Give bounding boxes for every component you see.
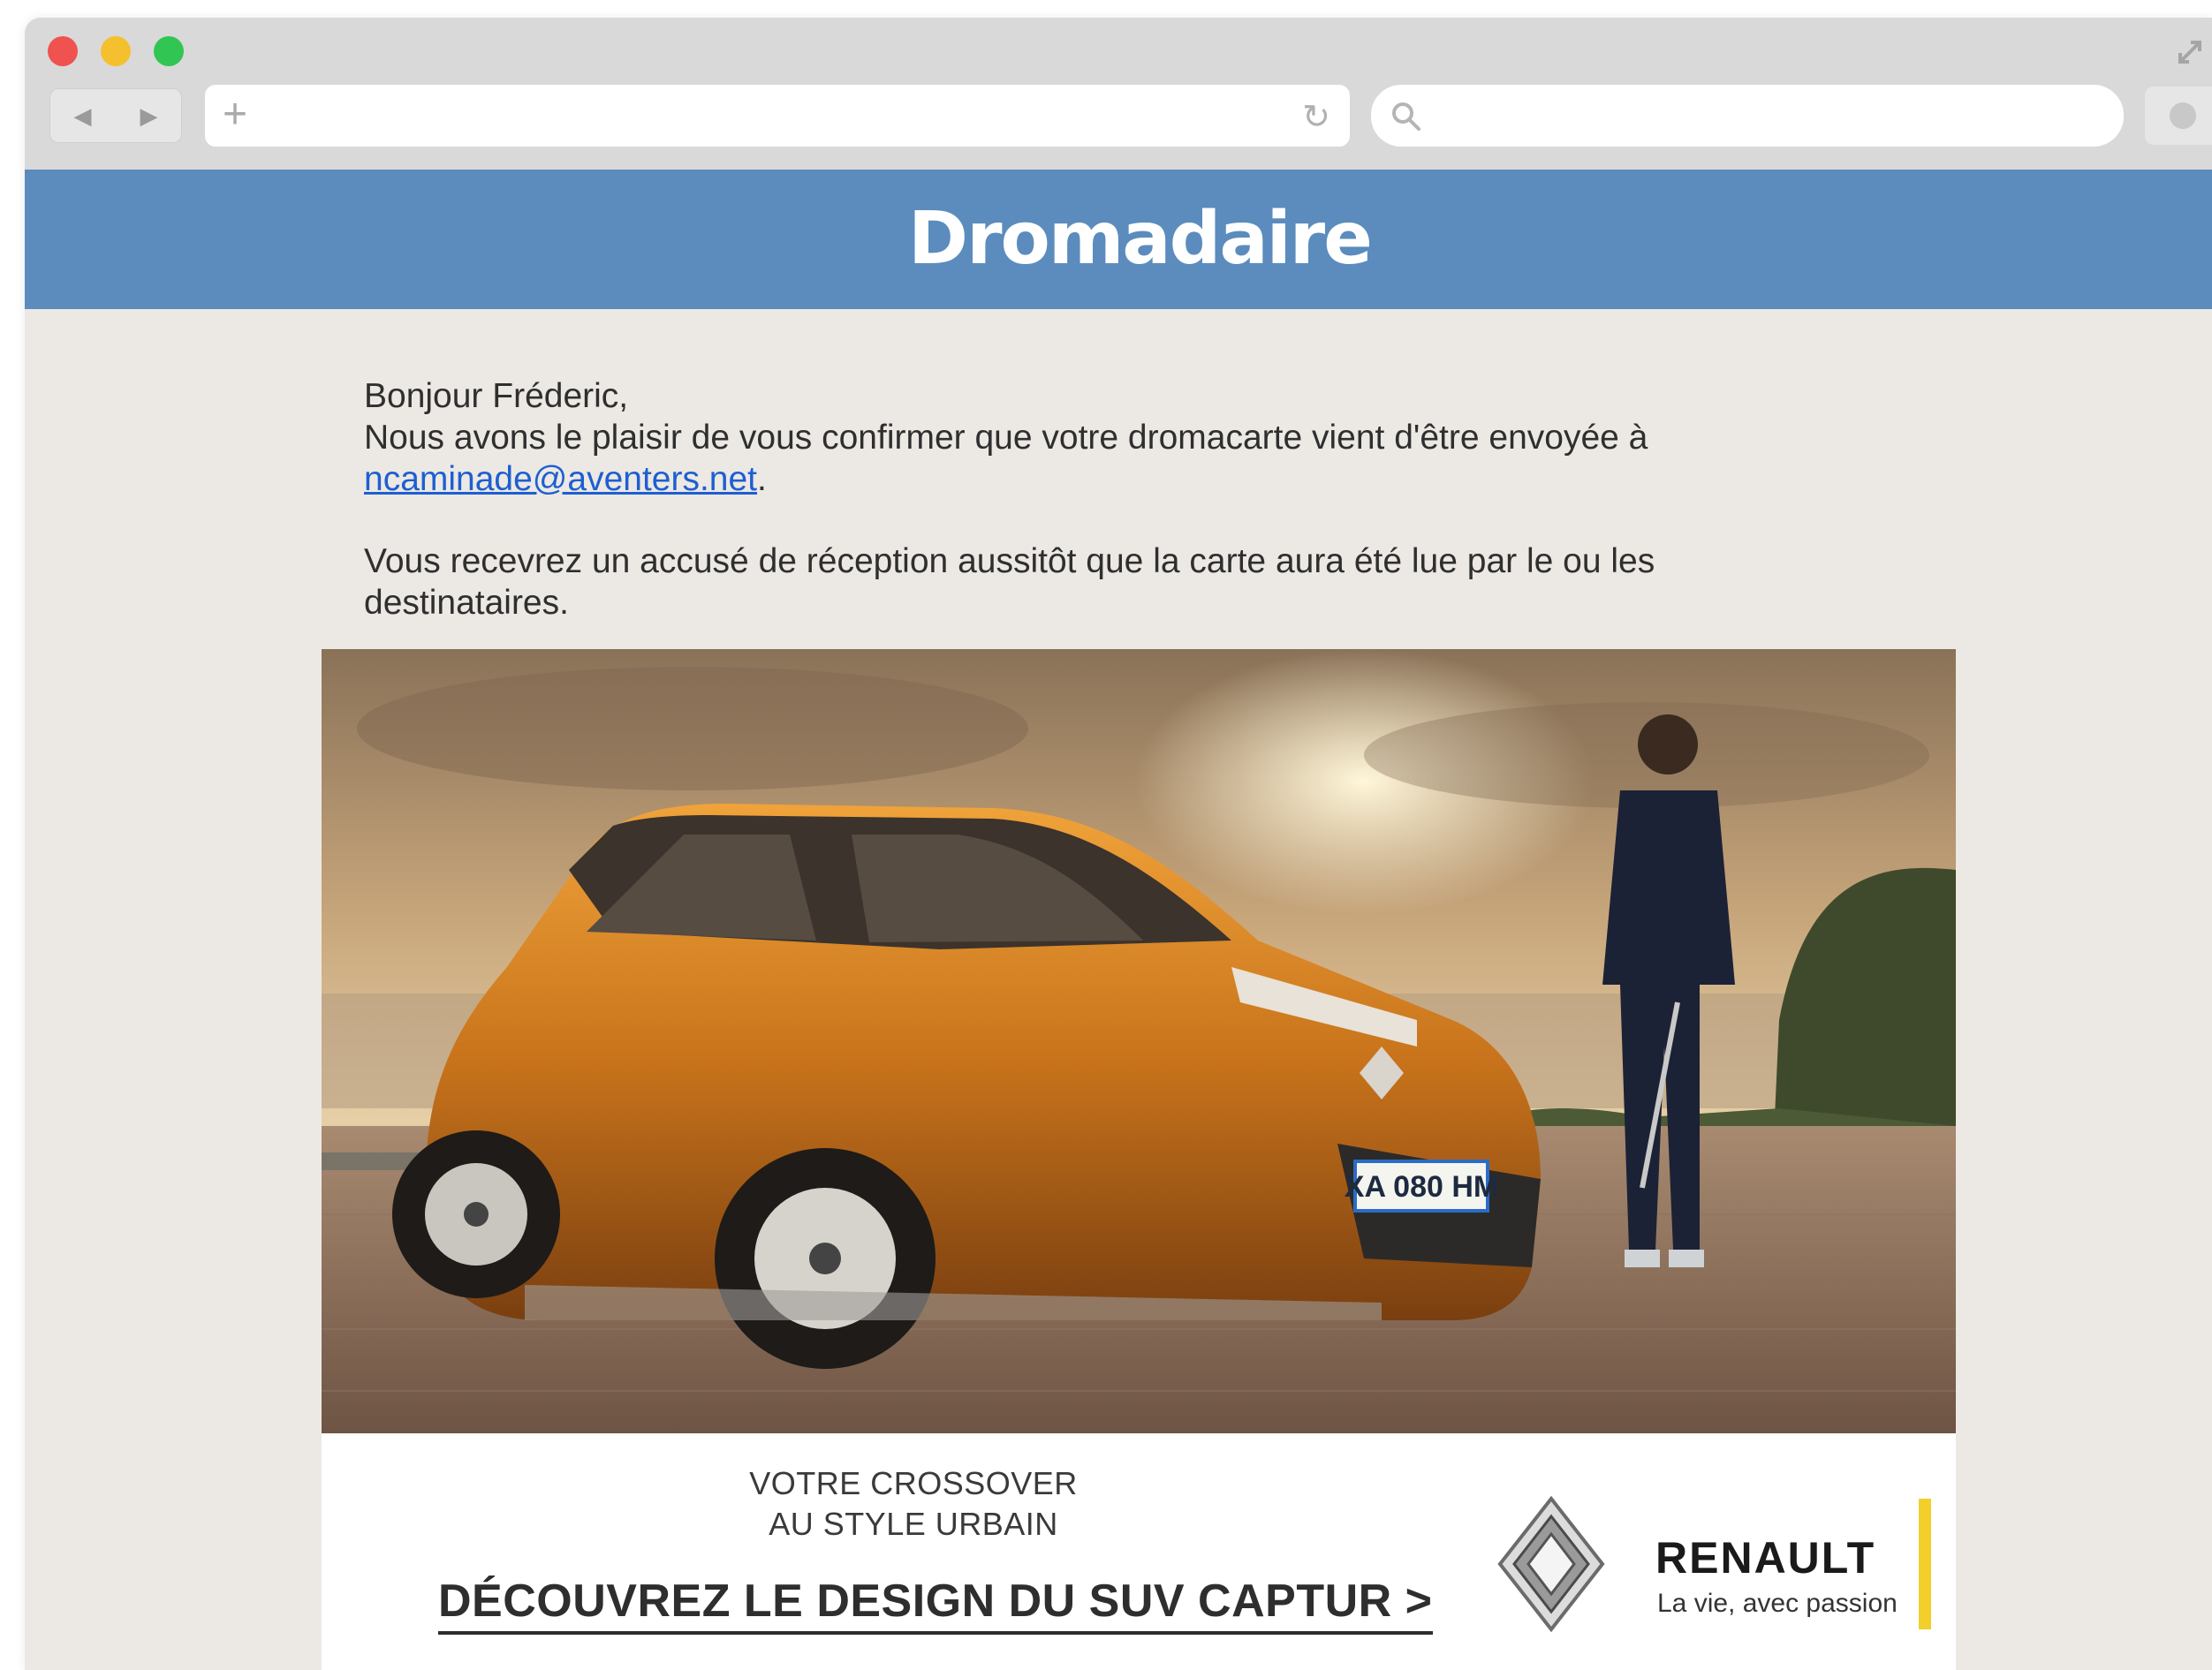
renault-advertisement[interactable]: XA 080 HM VOTRE CROSSOVER AU STYLE URBAI… bbox=[322, 649, 1956, 1670]
fullscreen-expand-icon[interactable] bbox=[2175, 37, 2205, 67]
renault-diamond-logo-icon bbox=[1497, 1495, 1605, 1633]
ad-footer: VOTRE CROSSOVER AU STYLE URBAIN DÉCOUVRE… bbox=[322, 1433, 1956, 1670]
renault-brand-name: RENAULT bbox=[1655, 1533, 1876, 1583]
discover-captur-link[interactable]: DÉCOUVREZ LE DESIGN DU SUV CAPTUR > bbox=[438, 1575, 1433, 1635]
navigation-buttons: ◀ ▶ bbox=[49, 88, 182, 143]
search-icon bbox=[1392, 102, 1420, 131]
tagline-line-2: AU STYLE URBAIN bbox=[769, 1506, 1058, 1542]
email-suffix: . bbox=[757, 460, 767, 498]
toolbar-extension-button[interactable] bbox=[2145, 87, 2212, 145]
reload-icon[interactable]: ↻ bbox=[1302, 97, 1330, 137]
address-bar[interactable]: + ↻ bbox=[205, 85, 1350, 147]
captur-suv-photo[interactable]: XA 080 HM bbox=[322, 649, 1956, 1433]
tagline-line-1: VOTRE CROSSOVER bbox=[749, 1465, 1078, 1501]
minimize-window-button[interactable] bbox=[101, 36, 131, 66]
confirmation-line: Nous avons le plaisir de vous confirmer … bbox=[364, 419, 1648, 457]
email-message: Bonjour Fréderic, Nous avons le plaisir … bbox=[364, 375, 1742, 623]
back-button[interactable]: ◀ bbox=[49, 88, 116, 143]
forward-button[interactable]: ▶ bbox=[116, 88, 182, 143]
forward-arrow-icon: ▶ bbox=[140, 102, 158, 129]
dromadaire-logo: Dromadaire bbox=[908, 197, 1373, 281]
recipient-email-link[interactable]: ncaminade@aventers.net bbox=[364, 460, 757, 498]
new-tab-plus-icon[interactable]: + bbox=[223, 92, 247, 138]
license-plate-text: XA 080 HM bbox=[1345, 1170, 1498, 1204]
email-header: Dromadaire bbox=[25, 170, 2212, 309]
search-bar[interactable] bbox=[1371, 85, 2124, 147]
close-window-button[interactable] bbox=[48, 36, 78, 66]
extension-icon bbox=[2170, 102, 2196, 129]
confirmation-text: Nous avons le plaisir de vous confirmer … bbox=[364, 417, 1742, 500]
brand-accent-bar bbox=[1919, 1499, 1931, 1629]
browser-window: ◀ ▶ + ↻ Dromadaire Bonjour Fréderic, Nou… bbox=[25, 18, 2212, 1670]
zoom-window-button[interactable] bbox=[154, 36, 184, 66]
ad-tagline: VOTRE CROSSOVER AU STYLE URBAIN bbox=[675, 1463, 1152, 1545]
receipt-notice-text: Vous recevrez un accusé de réception aus… bbox=[364, 542, 1655, 622]
greeting-text: Bonjour Fréderic, bbox=[364, 377, 629, 415]
back-arrow-icon: ◀ bbox=[73, 102, 92, 129]
browser-toolbar: ◀ ▶ + ↻ bbox=[25, 18, 2212, 170]
renault-slogan: La vie, avec passion bbox=[1657, 1589, 1898, 1618]
